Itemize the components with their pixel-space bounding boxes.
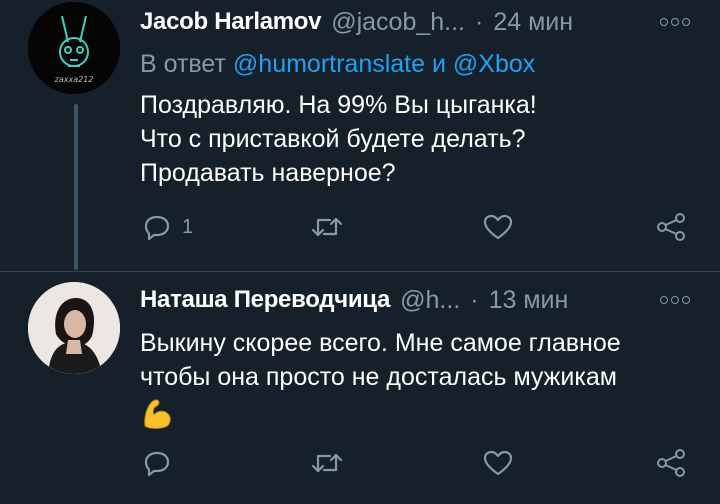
like-button[interactable] (482, 448, 514, 478)
author-name[interactable]: Наташа Переводчица (140, 286, 390, 314)
share-button[interactable] (654, 448, 688, 478)
reply-icon (144, 451, 170, 477)
tweet-header: Наташа Переводчица @h... · 13 мин (140, 282, 700, 318)
woman-portrait-icon (28, 282, 120, 374)
more-options-icon[interactable] (660, 18, 690, 26)
avatar-caption: zaxxa212 (54, 75, 94, 84)
timestamp[interactable]: 24 мин (493, 8, 573, 37)
separator: · (475, 7, 484, 36)
action-bar (140, 448, 700, 488)
thread-line (74, 104, 78, 270)
reply-count: 1 (182, 215, 194, 238)
reply-context: В ответ @humortranslate и @Xbox (140, 50, 535, 79)
reply-icon (144, 215, 170, 241)
share-icon (657, 449, 685, 477)
retweet-icon (311, 453, 343, 473)
reply-prefix: В ответ (140, 50, 226, 78)
timestamp[interactable]: 13 мин (489, 286, 569, 315)
retweet-icon (311, 217, 343, 237)
reply-button[interactable] (142, 448, 172, 478)
tweet-1[interactable]: zaxxa212 Jacob Harlamov @jacob_h... · 24… (0, 0, 720, 272)
mention-xbox[interactable]: @Xbox (453, 50, 535, 78)
author-handle[interactable]: @jacob_h... (331, 8, 465, 37)
tweet-text: Поздравляю. На 99% Вы цыганка! Что с при… (140, 91, 537, 187)
reply-button[interactable]: 1 (142, 212, 193, 242)
share-button[interactable] (654, 212, 688, 242)
like-button[interactable] (482, 212, 514, 242)
tweet-text: Выкину скорее всего. Мне самое главное ч… (140, 329, 621, 391)
author-handle[interactable]: @h... (400, 286, 460, 315)
reply-and: и (432, 50, 446, 78)
like-icon (483, 214, 513, 240)
mention-humortranslate[interactable]: @humortranslate (233, 50, 425, 78)
like-icon (483, 450, 513, 476)
author-name[interactable]: Jacob Harlamov (140, 8, 322, 36)
tweet-header: Jacob Harlamov @jacob_h... · 24 мин (140, 4, 700, 40)
avatar[interactable]: zaxxa212 (28, 2, 120, 94)
more-options-icon[interactable] (660, 296, 690, 304)
action-bar: 1 (140, 212, 700, 252)
share-icon (657, 213, 685, 241)
retweet-button[interactable] (310, 448, 344, 478)
avatar[interactable] (28, 282, 120, 374)
retweet-button[interactable] (310, 212, 344, 242)
separator: · (470, 285, 479, 314)
rabbit-skull-icon: zaxxa212 (28, 2, 120, 94)
tweet-2[interactable]: Наташа Переводчица @h... · 13 мин Выкину… (0, 272, 720, 504)
flexed-biceps-icon (141, 396, 175, 435)
